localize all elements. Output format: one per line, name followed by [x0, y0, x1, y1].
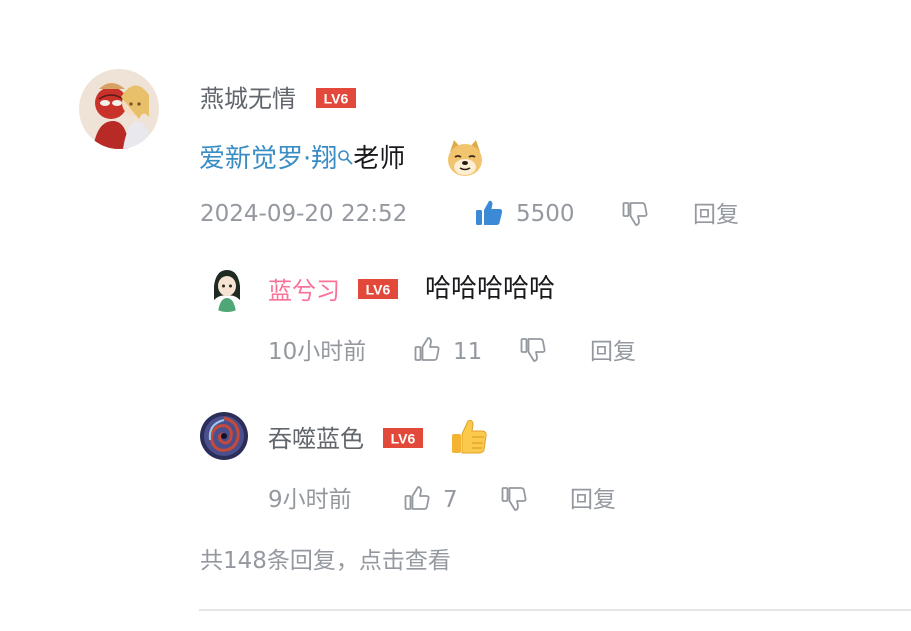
reply-username[interactable]: 蓝兮习	[268, 276, 340, 306]
comment-username[interactable]: 燕城无情	[200, 84, 296, 114]
reply-button[interactable]: 回复	[570, 485, 616, 515]
divider	[199, 609, 911, 611]
level-badge: LV6	[316, 88, 356, 108]
reply-time: 9小时前	[268, 487, 352, 513]
thumbs-down-icon[interactable]	[519, 336, 547, 364]
view-more-replies-link[interactable]: 共148条回复，点击查看	[200, 546, 451, 576]
comment-text: 老师	[353, 144, 406, 174]
svg-text:LV6: LV6	[366, 282, 391, 298]
reply-avatar[interactable]	[200, 412, 248, 460]
thumbs-up-icon[interactable]	[403, 484, 431, 512]
level-badge: LV6	[383, 428, 423, 448]
reply-button[interactable]: 回复	[590, 337, 636, 367]
reply-username[interactable]: 吞噬蓝色	[268, 424, 364, 454]
comment-content: 爱新觉罗·翔 老师	[199, 142, 405, 176]
thumbs-up-icon[interactable]	[413, 335, 441, 363]
reply-avatar[interactable]	[204, 266, 250, 312]
thumbs-up-filled-icon[interactable]	[474, 198, 504, 228]
svg-text:LV6: LV6	[324, 91, 349, 107]
comment-like-count: 5500	[516, 201, 575, 227]
reply-text: 哈哈哈哈哈	[425, 274, 556, 304]
reply-like-count: 11	[453, 339, 483, 365]
search-icon	[337, 140, 353, 165]
thumbs-down-icon[interactable]	[500, 485, 528, 513]
svg-text:LV6: LV6	[391, 431, 416, 447]
reply-like-count: 7	[443, 487, 458, 513]
thumbs-up-emoji-icon	[449, 417, 489, 457]
reply-time: 10小时前	[268, 339, 367, 365]
comment-avatar[interactable]	[79, 69, 159, 149]
doge-emoji-icon	[444, 138, 486, 180]
mention-link[interactable]: 爱新觉罗·翔	[199, 144, 353, 174]
comment-reply-button[interactable]: 回复	[693, 200, 739, 230]
level-badge: LV6	[358, 279, 398, 299]
thumbs-down-icon[interactable]	[621, 200, 649, 228]
comment-timestamp: 2024-09-20 22:52	[200, 201, 408, 227]
